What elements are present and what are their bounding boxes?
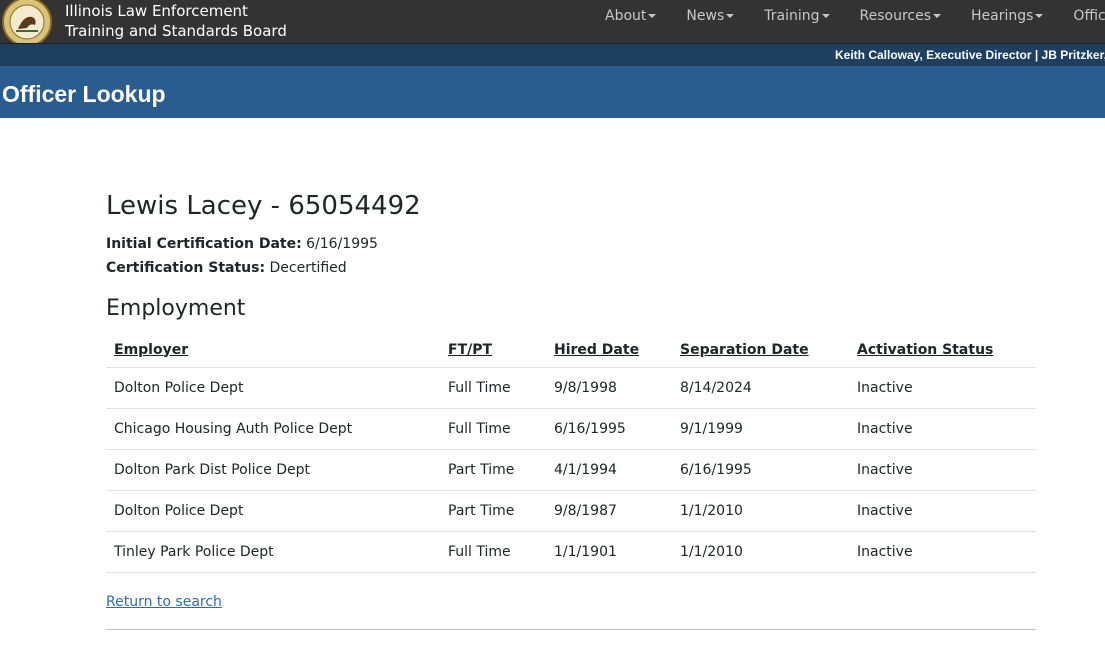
ft-pt-cell: Full Time	[440, 531, 546, 573]
chevron-down-icon	[933, 14, 941, 18]
column-hired-date[interactable]: Hired Date	[546, 332, 672, 368]
officer-details: Lewis Lacey - 65054492 Initial Certifica…	[106, 180, 1036, 630]
nav-officer-lookup-label: Officer Lo	[1073, 8, 1105, 24]
cert-status-value: Decertified	[269, 260, 347, 276]
nav-training-label: Training	[764, 8, 820, 24]
initial-cert-row: Initial Certification Date: 6/16/1995	[106, 232, 1036, 256]
nav-officer-lookup[interactable]: Officer Lo	[1058, 0, 1105, 33]
separation-date-cell: 9/1/1999	[672, 408, 849, 450]
table-row: Tinley Park Police Dept Full Time 1/1/19…	[106, 531, 1036, 573]
hired-date-cell: 9/8/1998	[546, 367, 672, 409]
hired-date-cell: 1/1/1901	[546, 531, 672, 573]
nav-training[interactable]: Training	[749, 0, 844, 33]
page-title-band: Officer Lookup	[0, 66, 1105, 118]
column-ft-pt[interactable]: FT/PT	[440, 332, 546, 368]
employer-cell: Dolton Park Dist Police Dept	[106, 449, 440, 491]
initial-cert-value: 6/16/1995	[306, 236, 378, 252]
table-row: Chicago Housing Auth Police Dept Full Ti…	[106, 408, 1036, 450]
separation-date-cell: 1/1/2010	[672, 490, 849, 532]
column-employer[interactable]: Employer	[106, 332, 440, 368]
top-navbar: Illinois Law Enforcement Training and St…	[0, 0, 1105, 44]
employer-cell: Dolton Police Dept	[106, 490, 440, 532]
hired-date-cell: 6/16/1995	[546, 408, 672, 450]
brand-line-1: Illinois Law Enforcement	[65, 2, 248, 20]
column-activation-status[interactable]: Activation Status	[849, 332, 1036, 368]
table-row: Dolton Police Dept Part Time 9/8/1987 1/…	[106, 490, 1036, 532]
return-to-search-link[interactable]: Return to search	[106, 592, 1036, 612]
brand-line-2: Training and Standards Board	[65, 22, 287, 40]
nav-resources[interactable]: Resources	[845, 0, 957, 33]
activation-status-cell: Inactive	[849, 531, 1036, 573]
separation-date-cell: 6/16/1995	[672, 449, 849, 491]
ft-pt-cell: Full Time	[440, 367, 546, 409]
separation-date-cell: 8/14/2024	[672, 367, 849, 409]
activation-status-cell: Inactive	[849, 490, 1036, 532]
ft-pt-cell: Part Time	[440, 490, 546, 532]
employer-cell: Dolton Police Dept	[106, 367, 440, 409]
separation-date-cell: 1/1/2010	[672, 531, 849, 573]
nav-news[interactable]: News	[671, 0, 749, 33]
cert-status-label: Certification Status:	[106, 260, 266, 276]
chevron-down-icon	[1035, 14, 1044, 18]
nav-news-label: News	[686, 8, 725, 24]
chevron-down-icon	[726, 14, 735, 18]
chevron-down-icon	[821, 14, 830, 18]
nav-about[interactable]: About	[590, 0, 671, 33]
hired-date-cell: 4/1/1994	[546, 449, 672, 491]
nav-hearings[interactable]: Hearings	[956, 0, 1058, 33]
leadership-text: Keith Calloway, Executive Director | JB …	[835, 48, 1105, 62]
initial-cert-label: Initial Certification Date:	[106, 236, 302, 252]
page-title: Officer Lookup	[2, 81, 166, 107]
leadership-bar: Keith Calloway, Executive Director | JB …	[0, 44, 1105, 66]
cert-status-row: Certification Status: Decertified	[106, 256, 1036, 280]
state-seal-logo[interactable]	[2, 0, 52, 44]
table-row: Dolton Park Dist Police Dept Part Time 4…	[106, 449, 1036, 491]
column-separation-date[interactable]: Separation Date	[672, 332, 849, 368]
chevron-down-icon	[648, 14, 657, 18]
ft-pt-cell: Full Time	[440, 408, 546, 450]
activation-status-cell: Inactive	[849, 408, 1036, 450]
main-nav: About News Training Resources Hearings Office…	[590, 0, 1105, 33]
table-row: Dolton Police Dept Full Time 9/8/1998 8/…	[106, 367, 1036, 409]
divider	[106, 629, 1036, 630]
employment-heading: Employment	[106, 296, 246, 321]
ft-pt-cell: Part Time	[440, 449, 546, 491]
employer-cell: Chicago Housing Auth Police Dept	[106, 408, 440, 450]
site-brand[interactable]: Illinois Law Enforcement Training and St…	[65, 1, 287, 41]
activation-status-cell: Inactive	[849, 367, 1036, 409]
table-header-row: Employer FT/PT Hired Date Separation Dat…	[106, 332, 1036, 368]
nav-resources-label: Resources	[859, 8, 932, 24]
activation-status-cell: Inactive	[849, 449, 1036, 491]
employment-table: Employer FT/PT Hired Date Separation Dat…	[106, 332, 1036, 573]
nav-hearings-label: Hearings	[971, 8, 1034, 24]
hired-date-cell: 9/8/1987	[546, 490, 672, 532]
employer-cell: Tinley Park Police Dept	[106, 531, 440, 573]
nav-about-label: About	[605, 8, 647, 24]
officer-name-heading: Lewis Lacey - 65054492	[106, 191, 421, 221]
